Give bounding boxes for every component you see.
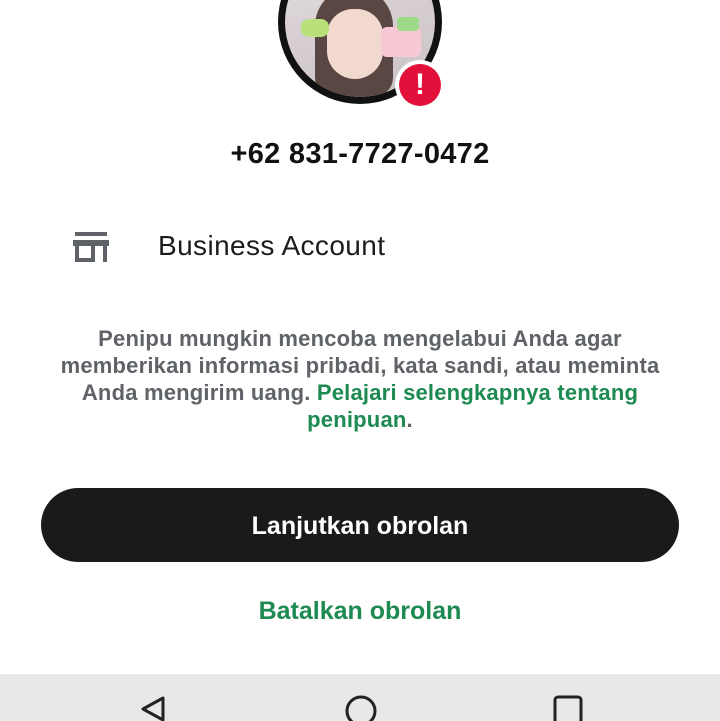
- warning-trailing: .: [406, 407, 413, 432]
- business-account-label: Business Account: [158, 230, 386, 261]
- alert-icon: !: [399, 64, 441, 106]
- system-nav-bar: [0, 674, 720, 721]
- alert-badge: !: [395, 60, 445, 110]
- cancel-chat-button[interactable]: Batalkan obrolan: [0, 597, 720, 626]
- home-circle-icon[interactable]: [344, 694, 378, 721]
- phone-number: +62 831-7727-0472: [230, 138, 490, 170]
- back-triangle-icon[interactable]: [137, 694, 169, 721]
- business-account-row: Business Account: [0, 222, 720, 272]
- store-icon: [72, 230, 110, 264]
- recent-square-icon[interactable]: [552, 694, 584, 721]
- scam-warning: Penipu mungkin mencoba mengelabui Anda a…: [40, 325, 680, 433]
- screen: ! +62 831-7727-0472 Business Account Pen…: [0, 0, 720, 721]
- learn-more-link[interactable]: Pelajari selengkapnya tentang penipuan: [307, 380, 638, 432]
- profile-avatar[interactable]: !: [278, 0, 445, 110]
- continue-chat-button[interactable]: Lanjutkan obrolan: [41, 488, 679, 562]
